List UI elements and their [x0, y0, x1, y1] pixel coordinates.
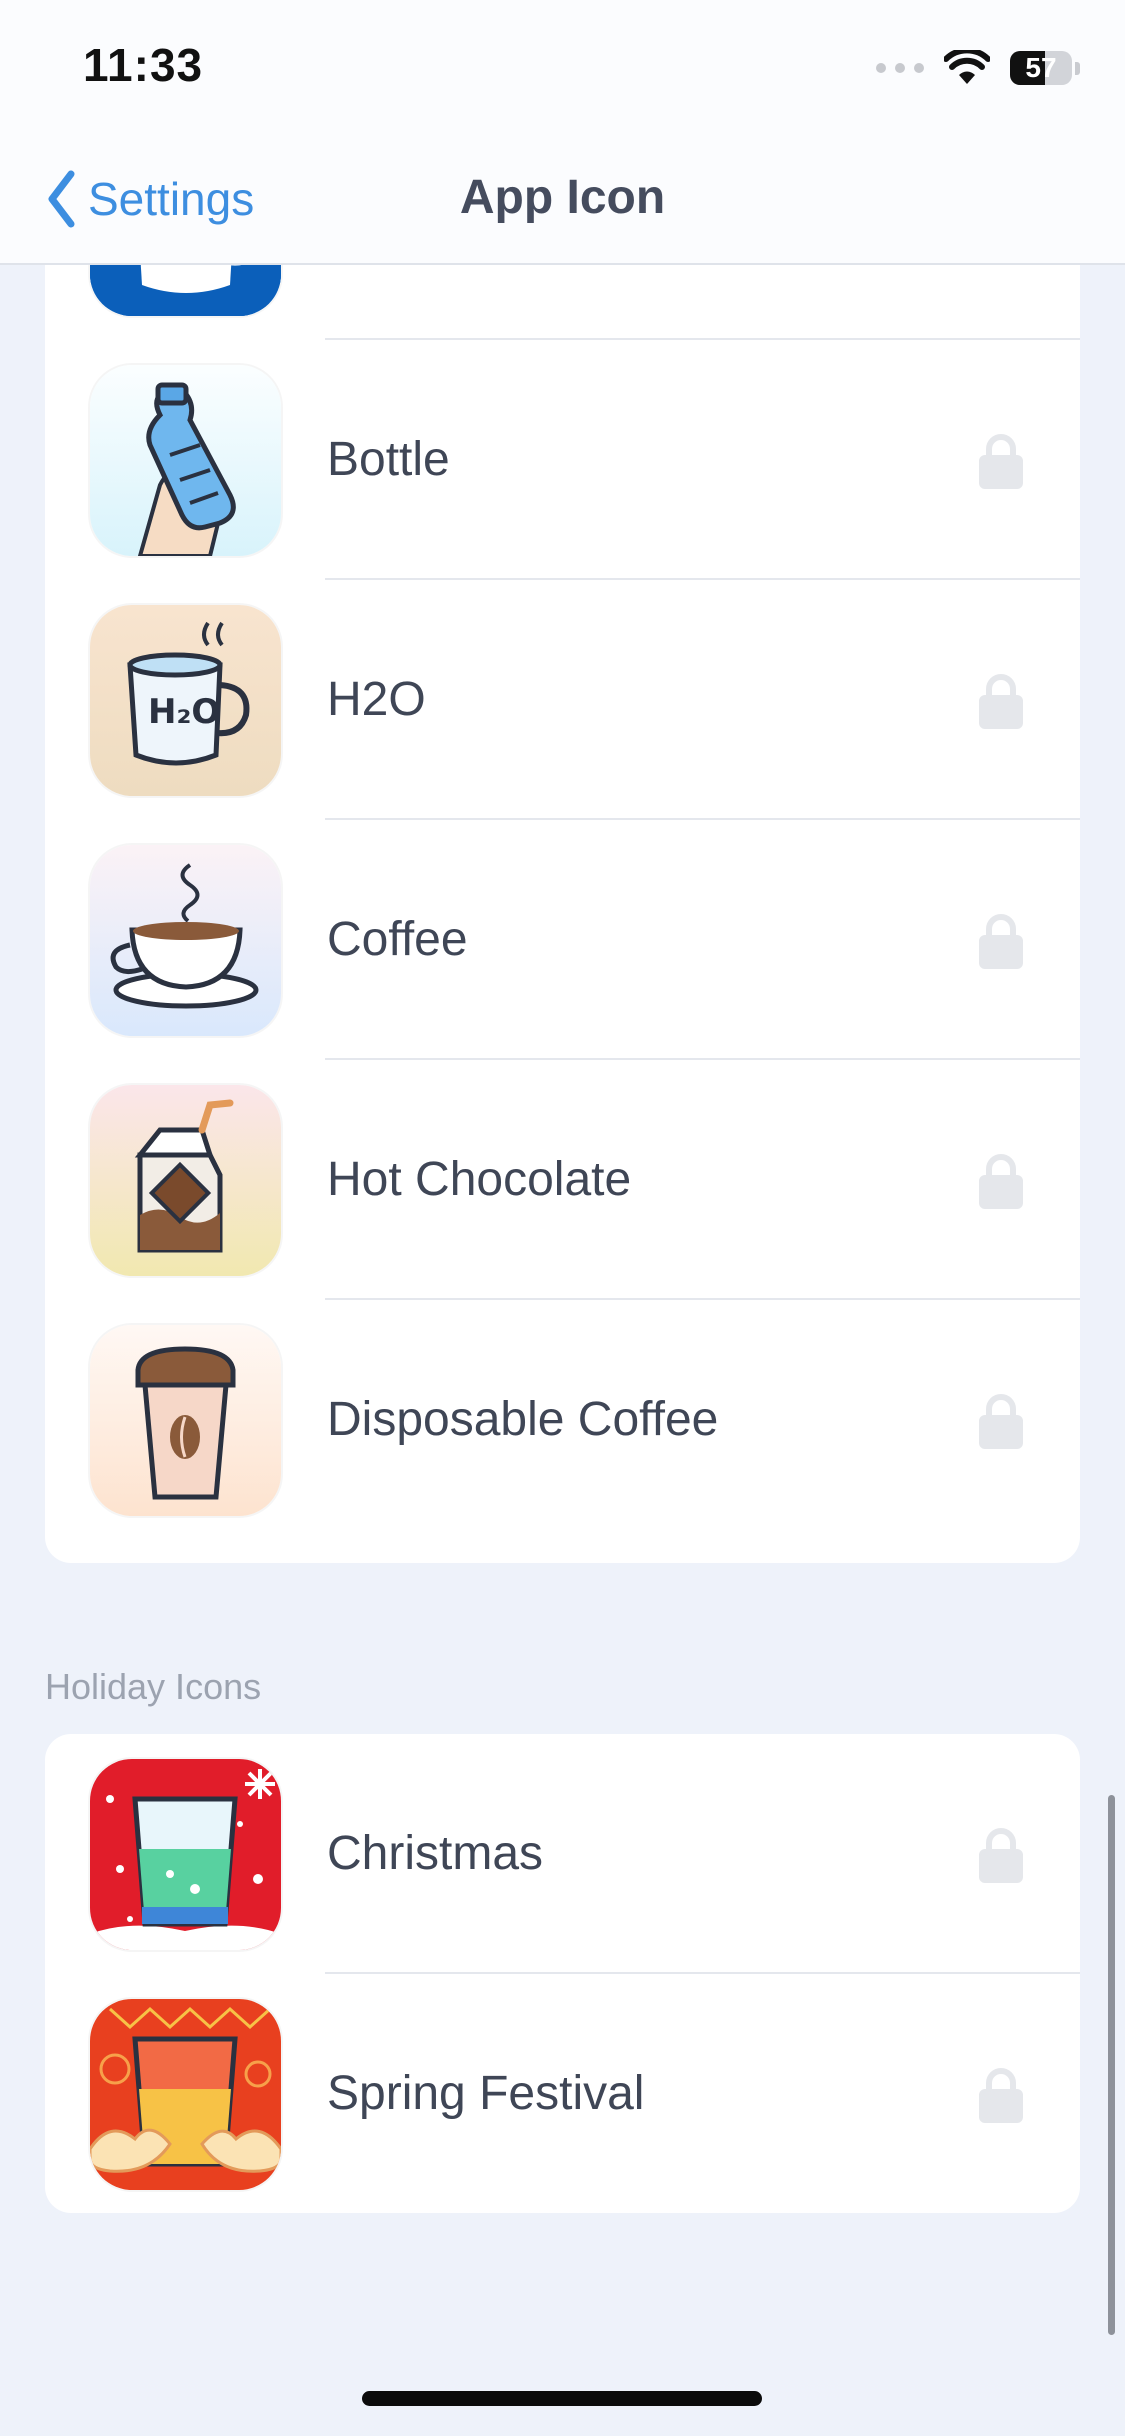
icon-label: Bottle [327, 433, 450, 486]
takeaway-coffee-icon [90, 1325, 281, 1516]
battery-icon: 57 [1010, 51, 1072, 85]
lock-icon [979, 1154, 1023, 1209]
icon-row-h2o[interactable]: H₂O H2O [45, 580, 1080, 820]
icon-row-christmas[interactable]: Christmas [45, 1734, 1080, 1974]
icon-row-hot-chocolate[interactable]: Hot Chocolate [45, 1060, 1080, 1300]
battery-cap [1075, 61, 1080, 75]
christmas-glass-icon [90, 1759, 281, 1950]
icon-label: Spring Festival [327, 2067, 645, 2120]
bottle-icon [90, 365, 281, 556]
spring-festival-glass-icon [90, 1999, 281, 2190]
icon-row-disposable-coffee[interactable]: Disposable Coffee [45, 1300, 1080, 1540]
navigation-bar: 11:33 57 Settings App Icon [0, 0, 1125, 265]
home-indicator[interactable] [362, 2391, 762, 2406]
icon-row-coffee[interactable]: Coffee [45, 820, 1080, 1060]
coffee-cup-icon [90, 845, 281, 1036]
status-time: 11:33 [83, 39, 204, 91]
icon-row-spring-festival[interactable]: Spring Festival [45, 1974, 1080, 2213]
icon-row-bottle[interactable]: Bottle [45, 340, 1080, 580]
status-indicators: 57 [876, 48, 1080, 88]
icon-label: H2O [327, 673, 426, 726]
page-title: App Icon [459, 171, 666, 224]
lock-icon [979, 914, 1023, 969]
icon-label: Disposable Coffee [327, 1393, 719, 1446]
h2o-mug-icon: H₂O [90, 605, 281, 796]
lock-icon [979, 1394, 1023, 1449]
cellular-signal-icon [876, 63, 924, 73]
icon-label: Coffee [327, 913, 468, 966]
svg-text:H₂O: H₂O [148, 692, 220, 732]
battery-percentage: 57 [1025, 52, 1057, 83]
icon-label: Christmas [327, 1827, 544, 1880]
lock-icon [979, 434, 1023, 489]
lock-icon [979, 2068, 1023, 2123]
section-header-holiday: Holiday Icons [45, 1666, 262, 1707]
holiday-icon-list: Christmas Spring Festival [45, 1734, 1080, 2213]
wifi-icon [944, 50, 990, 84]
chocolate-carton-icon [90, 1085, 281, 1276]
lock-icon [979, 674, 1023, 729]
icon-label: Hot Chocolate [327, 1153, 632, 1206]
scroll-indicator[interactable] [1108, 1795, 1115, 2335]
app-icon-list: Bottle H₂O H2O Coffee Hot Chocolate Disp… [45, 220, 1080, 1563]
lock-icon [979, 1828, 1023, 1883]
